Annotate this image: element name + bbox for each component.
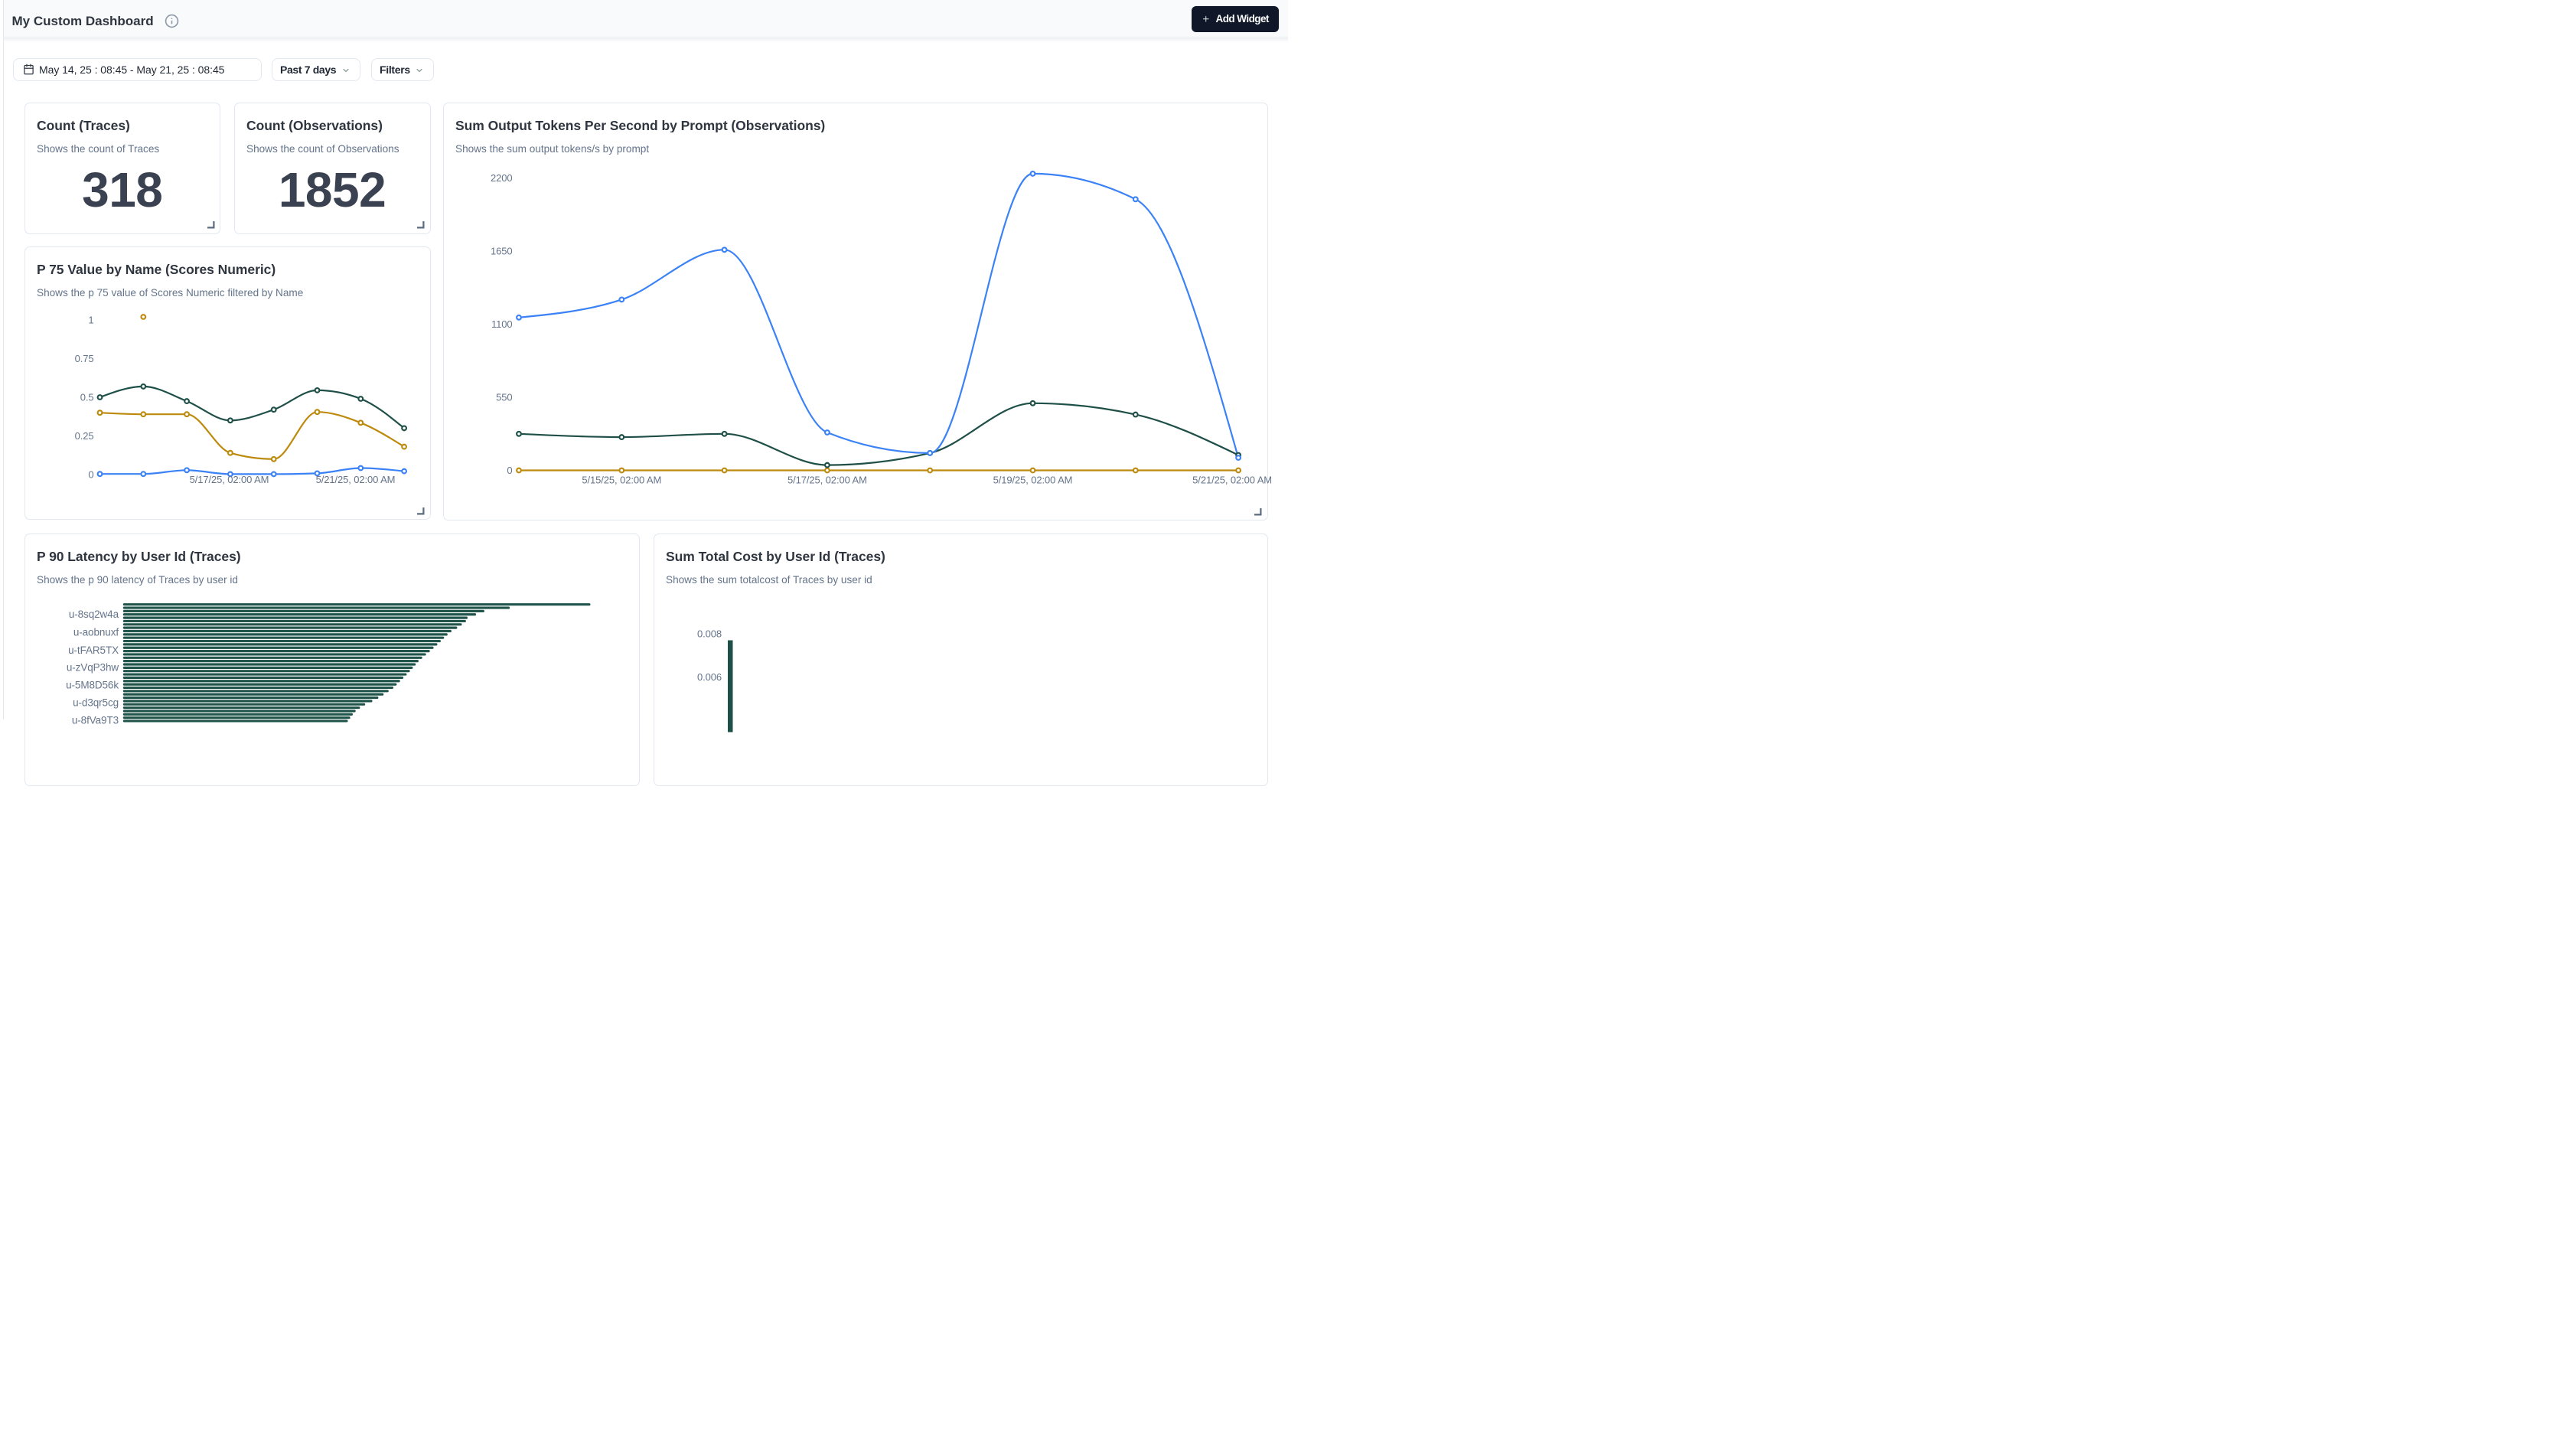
svg-text:550: 550: [496, 391, 512, 403]
svg-text:u-d3qr5cg: u-d3qr5cg: [73, 697, 119, 708]
svg-text:0.25: 0.25: [74, 430, 93, 442]
svg-text:5/15/25, 02:00 AM: 5/15/25, 02:00 AM: [582, 474, 661, 485]
svg-text:0.008: 0.008: [696, 628, 721, 640]
svg-text:u-8fVa9T3: u-8fVa9T3: [71, 714, 118, 726]
svg-text:5/17/25, 02:00 AM: 5/17/25, 02:00 AM: [189, 474, 269, 485]
svg-text:0.75: 0.75: [74, 353, 93, 364]
svg-text:5/21/25, 02:00 AM: 5/21/25, 02:00 AM: [1192, 474, 1272, 485]
svg-text:0.5: 0.5: [80, 391, 93, 403]
svg-text:1100: 1100: [491, 318, 512, 330]
svg-text:1: 1: [88, 314, 93, 325]
svg-text:0.006: 0.006: [696, 671, 721, 683]
svg-text:u-aobnuxf: u-aobnuxf: [73, 626, 118, 638]
svg-text:u-5M8D56k: u-5M8D56k: [66, 679, 119, 690]
svg-text:0: 0: [88, 468, 93, 480]
svg-text:u-8sq2w4a: u-8sq2w4a: [68, 609, 119, 620]
svg-text:5/21/25, 02:00 AM: 5/21/25, 02:00 AM: [315, 474, 395, 485]
svg-text:2200: 2200: [490, 172, 512, 184]
svg-text:u-tFAR5TX: u-tFAR5TX: [68, 644, 119, 656]
svg-text:5/19/25, 02:00 AM: 5/19/25, 02:00 AM: [993, 474, 1072, 485]
svg-text:1650: 1650: [490, 245, 512, 256]
svg-text:5/17/25, 02:00 AM: 5/17/25, 02:00 AM: [787, 474, 866, 485]
svg-text:0: 0: [507, 465, 512, 476]
svg-text:u-zVqP3hw: u-zVqP3hw: [66, 661, 118, 673]
